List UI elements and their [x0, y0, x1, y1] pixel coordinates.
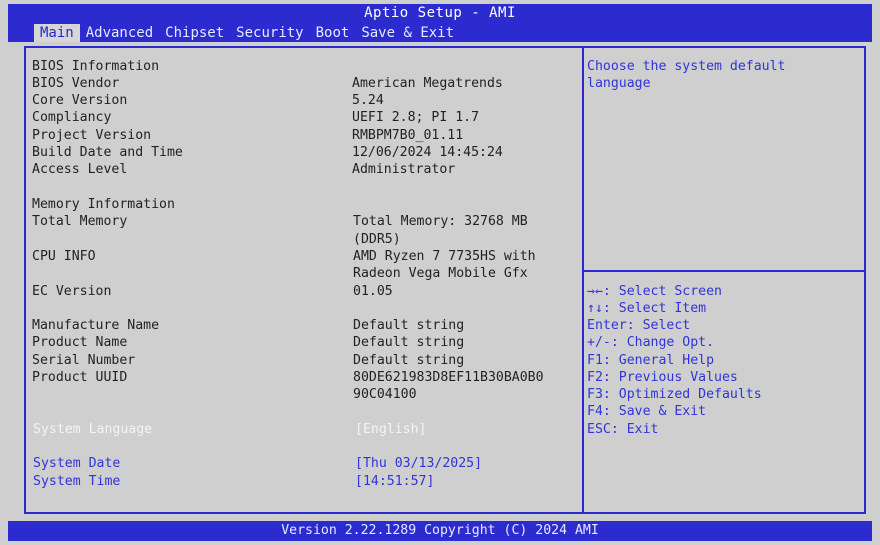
compliancy-value: UEFI 2.8; PI 1.7: [352, 110, 480, 125]
bios-vendor-label: BIOS Vendor: [32, 76, 120, 91]
cpu-info-label: CPU INFO: [32, 249, 96, 264]
system-time-value[interactable]: [14:51:57]: [355, 473, 434, 490]
build-date-value: 12/06/2024 14:45:24: [352, 145, 503, 160]
tab-main[interactable]: Main: [34, 24, 80, 42]
compliancy-label: Compliancy: [32, 110, 112, 125]
product-uuid-value: 80DE621983D8EF11B30BA0B0: [353, 370, 544, 385]
bios-vendor-value: American Megatrends: [352, 76, 503, 91]
help-key-f1: F1: General Help: [587, 353, 715, 368]
core-version-value: 5.24: [352, 93, 384, 108]
cpu-info-value-line2: Radeon Vega Mobile Gfx: [353, 266, 528, 281]
serial-number-label: Serial Number: [32, 353, 136, 368]
ec-version-value: 01.05: [353, 284, 393, 299]
help-key-change-opt: +/-: Change Opt.: [587, 335, 715, 350]
build-date-label: Build Date and Time: [32, 145, 183, 160]
help-key-f3: F3: Optimized Defaults: [587, 387, 762, 402]
product-name-value: Default string: [353, 335, 465, 350]
bottom-bar: Version 2.22.1289 Copyright (C) 2024 AMI: [8, 521, 872, 541]
cpu-info-value: AMD Ryzen 7 7735HS with: [353, 249, 536, 264]
tab-advanced[interactable]: Advanced: [80, 24, 159, 42]
access-level-label: Access Level: [32, 162, 128, 177]
help-key-esc: ESC: Exit: [587, 422, 659, 437]
panel-divider-vertical: [582, 46, 584, 514]
total-memory-value: Total Memory: 32768 MB: [353, 214, 528, 229]
system-date-label[interactable]: System Date: [33, 455, 120, 472]
system-date-value[interactable]: [Thu 03/13/2025]: [355, 455, 482, 472]
help-divider-horizontal: [584, 270, 866, 272]
access-level-value: Administrator: [352, 162, 456, 177]
project-version-value: RMBPM7B0_01.11: [352, 128, 464, 143]
footer-version: Version 2.22.1289 Copyright (C) 2024 AMI: [281, 523, 599, 538]
bios-screen: Aptio Setup - AMI Main Advanced Chipset …: [0, 0, 880, 545]
help-description: Choose the system default: [587, 59, 786, 74]
top-bar: Aptio Setup - AMI Main Advanced Chipset …: [8, 4, 872, 42]
tab-security[interactable]: Security: [230, 24, 309, 42]
memory-info-header: Memory Information: [32, 197, 175, 212]
system-time-label[interactable]: System Time: [33, 473, 120, 490]
tab-save-exit[interactable]: Save & Exit: [355, 24, 460, 42]
serial-number-value: Default string: [353, 353, 465, 368]
product-uuid-label: Product UUID: [32, 370, 128, 385]
manufacture-name-value: Default string: [353, 318, 465, 333]
help-key-enter: Enter: Select: [587, 318, 691, 333]
total-memory-label: Total Memory: [32, 214, 128, 229]
tab-chipset[interactable]: Chipset: [159, 24, 230, 42]
product-uuid-value-line2: 90C04100: [353, 387, 417, 402]
help-key-f4: F4: Save & Exit: [587, 404, 707, 419]
system-language-label[interactable]: System Language: [33, 421, 152, 438]
project-version-label: Project Version: [32, 128, 152, 143]
bios-info-header: BIOS Information: [32, 59, 160, 74]
help-key-select-item: ↑↓: Select Item: [587, 301, 707, 316]
tab-boot[interactable]: Boot: [310, 24, 356, 42]
core-version-label: Core Version: [32, 93, 128, 108]
help-key-f2: F2: Previous Values: [587, 370, 738, 385]
total-memory-type: (DDR5): [353, 232, 401, 247]
manufacture-name-label: Manufacture Name: [32, 318, 160, 333]
help-key-select-screen: →←: Select Screen: [587, 284, 722, 299]
system-language-value[interactable]: [English]: [355, 421, 426, 438]
window-title: Aptio Setup - AMI: [364, 5, 516, 21]
help-description-line2: language: [587, 76, 651, 91]
tab-bar: Main Advanced Chipset Security Boot Save…: [34, 24, 460, 42]
ec-version-label: EC Version: [32, 284, 112, 299]
product-name-label: Product Name: [32, 335, 128, 350]
